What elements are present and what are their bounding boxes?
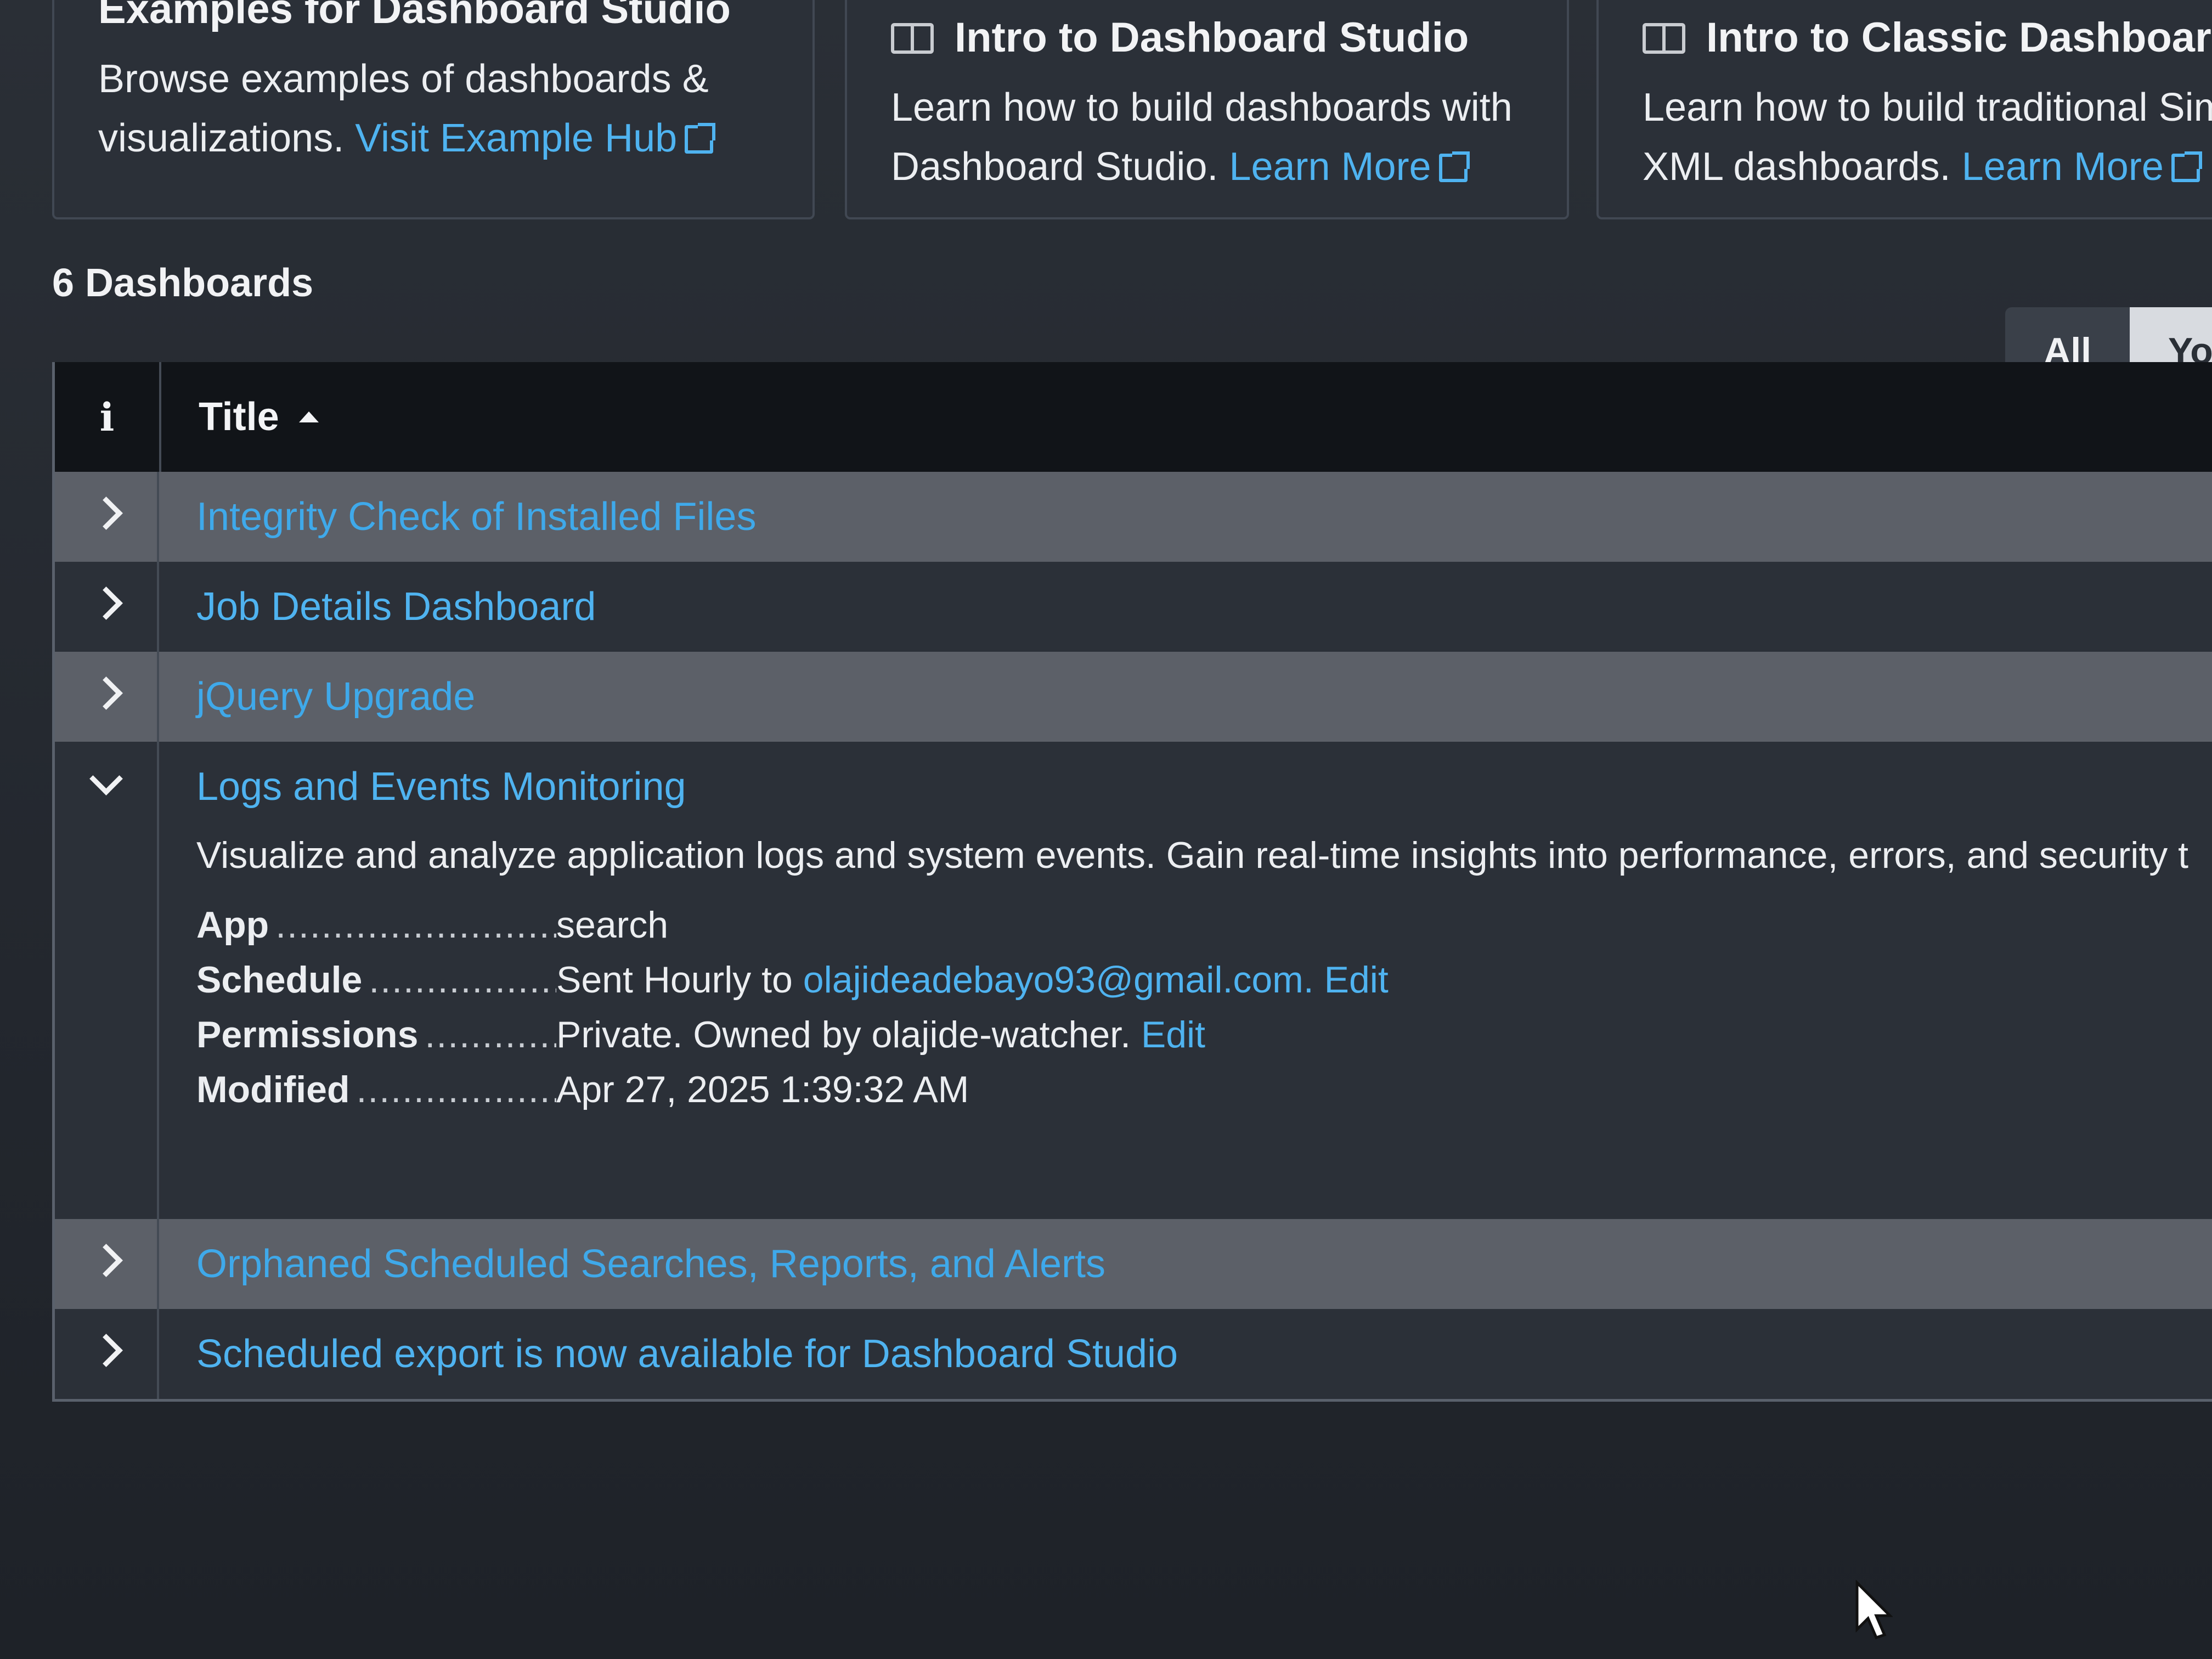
chevron-right-icon [89,496,123,530]
title-cell: Logs and Events Monitoring Visualize and… [159,742,2212,1219]
table-row: Scheduled export is now available for Da… [55,1309,2212,1399]
learn-more-link[interactable]: Learn More [1962,145,2202,189]
card-title: Intro to Dashboard Studio [891,13,1523,63]
card-desc-line-2: XML dashboards. Learn More [1643,137,2212,196]
chevron-down-icon [89,762,123,795]
card-desc-line: Browse examples of dashboards & [98,57,709,101]
dashboard-details: App search Schedule Sent Hourly to olaji… [196,898,2212,1117]
detail-permissions: Permissions Private. Owned by olajide-wa… [196,1007,2212,1062]
book-icon [891,23,934,54]
chevron-right-icon [89,676,123,710]
learn-more-link[interactable]: Learn More [1229,145,1470,189]
permissions-text: Private. Owned by olajide-watcher. [556,1014,1131,1056]
title-header-label[interactable]: Title [199,394,279,439]
dashboard-link[interactable]: Scheduled export is now available for Da… [196,1309,2212,1399]
book-icon [1643,23,1685,54]
expand-toggle[interactable] [55,472,159,562]
table-row: Integrity Check of Installed Files [55,472,2212,562]
dashboard-link[interactable]: jQuery Upgrade [196,652,2212,742]
visit-example-hub-link[interactable]: Visit Example Hub [355,116,716,160]
detail-value: Sent Hourly to olajideadebayo93@gmail.co… [556,952,1389,1007]
table-row: Orphaned Scheduled Searches, Reports, an… [55,1219,2212,1309]
edit-schedule-link[interactable]: Edit [1324,959,1389,1001]
edit-permissions-link[interactable]: Edit [1141,1014,1205,1056]
dashboard-description: Visualize and analyze application logs a… [196,834,2188,876]
link-label[interactable]: Learn More [1229,145,1431,189]
card-desc-text: visualizations. [98,116,345,160]
chevron-right-icon [89,1244,123,1277]
external-link-icon [2171,151,2202,182]
detail-schedule: Schedule Sent Hourly to olajideadebayo93… [196,952,2212,1007]
detail-label: Schedule [196,952,556,1007]
detail-label: Modified [196,1062,556,1117]
table-header: i Title [55,362,2212,472]
title-cell: jQuery Upgrade [159,652,2212,742]
card-description: Learn how to build dashboards with Dashb… [891,78,1523,196]
schedule-text: Sent Hourly to [556,959,793,1001]
dashboard-link[interactable]: Logs and Events Monitoring [196,742,2212,832]
detail-value: search [556,904,669,946]
expand-toggle[interactable] [55,562,159,652]
card-desc-text: XML dashboards. [1643,145,1951,189]
card-title: Intro to Classic Dashboards [1643,13,2212,63]
card-title-text: Intro to Classic Dashboards [1706,14,2212,61]
card-description: Learn how to build traditional Simple XM… [1643,78,2212,196]
card-desc-line: Learn how to build dashboards with [891,86,1513,129]
dashboards-page: Examples for Dashboard Studio Browse exa… [0,0,2212,1659]
dashboards-table: i Title Integrity Check of Installed Fil… [52,362,2212,1402]
table-row: jQuery Upgrade [55,652,2212,742]
detail-label: App [196,898,556,952]
dashboards-count: 6 Dashboards [52,261,314,305]
table-row-expanded: Logs and Events Monitoring Visualize and… [55,742,2212,1219]
schedule-email-link[interactable]: olajideadebayo93@gmail.com. [803,959,1314,1001]
dashboard-link[interactable]: Job Details Dashboard [196,562,2212,652]
card-desc-line-2: Dashboard Studio. Learn More [891,137,1523,196]
card-intro-dashboard-studio: Intro to Dashboard Studio Learn how to b… [845,0,1569,219]
collapse-toggle[interactable] [55,742,159,1219]
mouse-pointer-icon [1855,1580,1893,1640]
title-cell: Integrity Check of Installed Files [159,472,2212,562]
external-link-icon [685,123,716,154]
detail-label: Permissions [196,1007,556,1062]
table-row: Job Details Dashboard [55,562,2212,652]
info-column-header: i [55,362,161,472]
card-title: Examples for Dashboard Studio [98,0,731,32]
title-cell: Job Details Dashboard [159,562,2212,652]
detail-value: Apr 27, 2025 1:39:32 AM [556,1069,969,1110]
dashboard-link[interactable]: Orphaned Scheduled Searches, Reports, an… [196,1219,2212,1309]
chevron-right-icon [89,1334,123,1367]
external-link-icon [1438,151,1470,182]
link-label[interactable]: Visit Example Hub [355,116,677,160]
title-cell: Orphaned Scheduled Searches, Reports, an… [159,1219,2212,1309]
detail-value: Private. Owned by olajide-watcher. Edit [556,1007,1205,1062]
expand-toggle[interactable] [55,1309,159,1399]
dashboard-link[interactable]: Integrity Check of Installed Files [196,472,2212,562]
expand-toggle[interactable] [55,652,159,742]
title-column-header[interactable]: Title [161,362,319,472]
detail-app: App search [196,898,2212,952]
card-intro-classic-dashboards: Intro to Classic Dashboards Learn how to… [1596,0,2212,219]
link-label[interactable]: Learn More [1962,145,2164,189]
expand-toggle[interactable] [55,1219,159,1309]
chevron-right-icon [89,586,123,620]
card-desc-text: Dashboard Studio. [891,145,1218,189]
detail-modified: Modified Apr 27, 2025 1:39:32 AM [196,1062,2212,1117]
card-desc-line: Learn how to build traditional Simple [1643,86,2212,129]
title-cell: Scheduled export is now available for Da… [159,1309,2212,1399]
intro-cards: Examples for Dashboard Studio Browse exa… [52,0,2212,241]
card-title-text: Intro to Dashboard Studio [955,14,1469,61]
card-examples: Examples for Dashboard Studio Browse exa… [52,0,815,219]
card-desc-line-2: visualizations. Visit Example Hub [98,109,769,168]
card-description: Browse examples of dashboards & visualiz… [98,49,769,168]
sort-ascending-icon [298,411,319,422]
